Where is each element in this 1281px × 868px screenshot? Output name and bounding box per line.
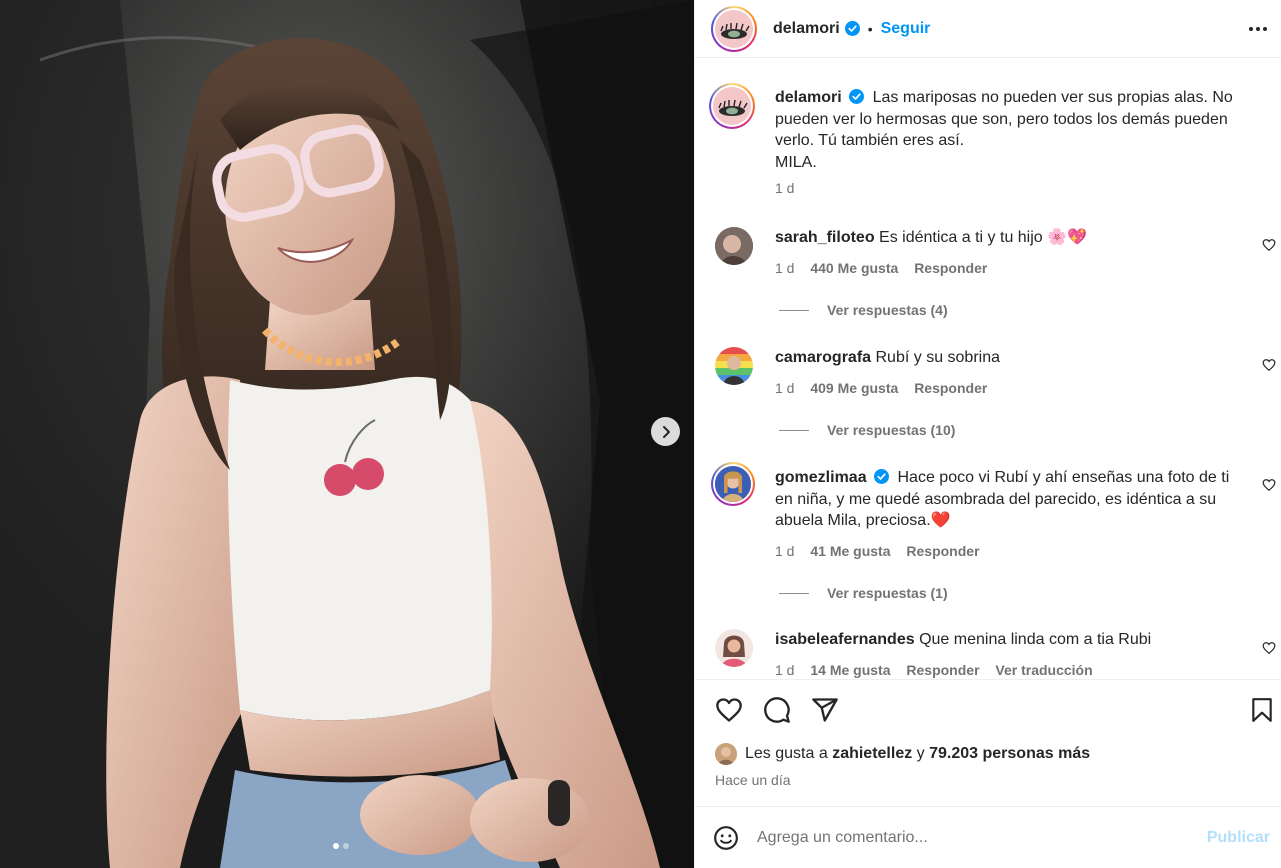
post-modal: delamori • Seguir delamori Las mariposas… xyxy=(0,0,1281,868)
comment-likes[interactable]: 14 Me gusta xyxy=(810,662,890,678)
view-replies-button[interactable]: Ver respuestas (10) xyxy=(779,422,955,438)
emoji-icon[interactable] xyxy=(713,825,739,851)
caption-username[interactable]: delamori xyxy=(775,89,842,106)
reply-button[interactable]: Responder xyxy=(914,380,987,396)
view-replies-label: Ver respuestas (10) xyxy=(827,422,956,438)
add-comment-bar: Publicar xyxy=(695,806,1281,868)
post-image xyxy=(0,0,694,868)
likes-middle: y xyxy=(916,745,925,762)
comment-time: 1 d xyxy=(775,260,795,276)
avatar-photo xyxy=(715,743,737,765)
caption-author-avatar[interactable] xyxy=(709,83,755,129)
comment-avatar[interactable] xyxy=(715,347,753,385)
header-separator: • xyxy=(867,20,873,37)
view-replies-label: Ver respuestas (1) xyxy=(827,585,948,601)
publish-button[interactable]: Publicar xyxy=(1207,829,1270,847)
likes-prefix: Les gusta a xyxy=(745,745,828,762)
comments-list[interactable]: delamori Las mariposas no pueden ver sus… xyxy=(695,59,1281,679)
view-replies-label: Ver respuestas (4) xyxy=(827,302,948,318)
comment-username[interactable]: isabeleafernandes xyxy=(775,631,915,648)
like-comment-heart-icon[interactable] xyxy=(1262,641,1276,655)
post-header: delamori • Seguir xyxy=(695,0,1281,58)
like-comment-heart-icon[interactable] xyxy=(1262,358,1276,372)
comment-icon[interactable] xyxy=(763,696,791,724)
translate-button[interactable]: Ver traducción xyxy=(995,662,1092,678)
post-photo[interactable] xyxy=(0,0,694,868)
avatar-photo xyxy=(713,464,753,504)
comment-body: camarografa Rubí y su sobrina xyxy=(775,347,1255,369)
replies-divider xyxy=(779,310,809,311)
carousel-indicator xyxy=(333,843,349,849)
carousel-dot-1 xyxy=(333,843,339,849)
comment-likes[interactable]: 41 Me gusta xyxy=(810,543,890,559)
comment-text: Rubí y su sobrina xyxy=(875,349,1001,366)
avatar-photo xyxy=(715,629,753,667)
carousel-next-button[interactable] xyxy=(651,417,680,446)
comment-meta: 1 d 409 Me gusta Responder xyxy=(775,380,999,396)
comment-text: Es idéntica a ti y tu hijo 🌸💖 xyxy=(879,229,1087,246)
comment-likes[interactable]: 409 Me gusta xyxy=(810,380,898,396)
likes-others[interactable]: 79.203 personas más xyxy=(929,745,1090,763)
bookmark-icon[interactable] xyxy=(1249,696,1275,724)
caption-meta: 1 d xyxy=(775,180,806,196)
avatar-eye-art xyxy=(720,22,750,39)
comment-meta: 1 d 440 Me gusta Responder xyxy=(775,260,999,276)
comment-username[interactable]: sarah_filoteo xyxy=(775,229,875,246)
comment-time: 1 d xyxy=(775,543,795,559)
like-comment-heart-icon[interactable] xyxy=(1262,238,1276,252)
follow-button[interactable]: Seguir xyxy=(881,20,931,38)
verified-badge-icon xyxy=(844,21,860,36)
reply-button[interactable]: Responder xyxy=(906,662,979,678)
share-icon[interactable] xyxy=(811,696,839,724)
comment-avatar[interactable] xyxy=(711,462,755,506)
caption-body: delamori Las mariposas no pueden ver sus… xyxy=(775,87,1255,173)
avatar-eye-art xyxy=(718,99,748,116)
verified-badge-icon xyxy=(849,89,865,104)
comment-meta: 1 d 41 Me gusta Responder xyxy=(775,543,992,559)
liker-username[interactable]: zahietellez xyxy=(832,745,912,763)
comment-likes[interactable]: 440 Me gusta xyxy=(810,260,898,276)
post-timestamp: Hace un día xyxy=(715,772,791,788)
author-avatar[interactable] xyxy=(711,5,757,52)
avatar-photo xyxy=(715,227,753,265)
comment-avatar[interactable] xyxy=(715,227,753,265)
post-sidebar: delamori • Seguir delamori Las mariposas… xyxy=(694,0,1281,868)
liker-avatar[interactable] xyxy=(715,743,737,765)
comment-avatar[interactable] xyxy=(715,629,753,667)
author-username[interactable]: delamori xyxy=(773,20,840,38)
chevron-right-icon xyxy=(662,425,670,438)
comment-body: gomezlimaa Hace poco vi Rubí y ahí enseñ… xyxy=(775,467,1250,532)
reply-button[interactable]: Responder xyxy=(914,260,987,276)
like-comment-heart-icon[interactable] xyxy=(1262,478,1276,492)
replies-divider xyxy=(779,593,809,594)
caption-time: 1 d xyxy=(775,180,795,196)
post-actions: Les gusta a zahietellez y 79.203 persona… xyxy=(695,679,1281,819)
comment-username[interactable]: gomezlimaa xyxy=(775,469,867,486)
comment-time: 1 d xyxy=(775,662,795,678)
view-replies-button[interactable]: Ver respuestas (4) xyxy=(779,302,948,318)
comment-meta: 1 d 14 Me gusta Responder Ver traducción xyxy=(775,662,1105,678)
reply-button[interactable]: Responder xyxy=(906,543,979,559)
comment-body: isabeleafernandes Que menina linda com a… xyxy=(775,629,1255,651)
view-replies-button[interactable]: Ver respuestas (1) xyxy=(779,585,948,601)
comment-username[interactable]: camarografa xyxy=(775,349,871,366)
likes-summary: Les gusta a zahietellez y 79.203 persona… xyxy=(715,743,1090,765)
heart-icon[interactable] xyxy=(715,696,743,724)
avatar-photo xyxy=(715,347,753,385)
verified-badge-icon xyxy=(874,469,890,484)
comment-time: 1 d xyxy=(775,380,795,396)
comment-text: Que menina linda com a tia Rubi xyxy=(919,631,1152,648)
comment-input[interactable] xyxy=(757,828,1177,847)
caption-text: Las mariposas no pueden ver sus propias … xyxy=(775,89,1233,149)
caption-signature: MILA. xyxy=(775,153,817,171)
carousel-dot-2 xyxy=(343,843,349,849)
comment-body: sarah_filoteo Es idéntica a ti y tu hijo… xyxy=(775,227,1255,249)
more-options-icon[interactable] xyxy=(1247,18,1269,40)
replies-divider xyxy=(779,430,809,431)
